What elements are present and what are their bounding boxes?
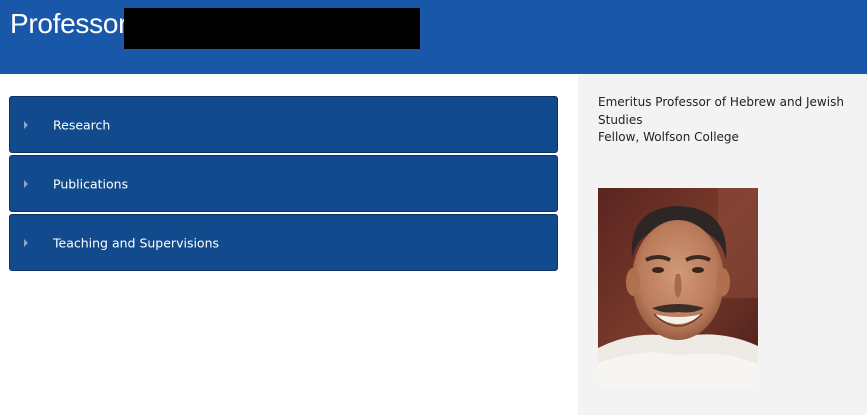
bio-line: Studies xyxy=(598,112,643,127)
accordion-label: Publications xyxy=(53,176,129,191)
caret-right-icon xyxy=(24,179,28,188)
page-title: Professor xyxy=(10,8,128,39)
accordion-item-publications[interactable]: Publications xyxy=(9,155,558,212)
bio-text: Emeritus Professor of Hebrew and Jewish … xyxy=(598,94,860,147)
profile-sidebar: Emeritus Professor of Hebrew and Jewish … xyxy=(578,74,867,415)
accordion-item-teaching[interactable]: Teaching and Supervisions xyxy=(9,214,558,271)
bio-line: Fellow, Wolfson College xyxy=(598,130,739,144)
bio-line: Emeritus Professor of Hebrew and Jewish xyxy=(598,95,844,109)
accordion-label: Research xyxy=(53,117,111,132)
caret-right-icon xyxy=(24,238,28,247)
caret-right-icon xyxy=(24,120,28,129)
portrait-illustration xyxy=(598,188,758,388)
accordion: Research Publications Teaching and Super… xyxy=(9,96,558,273)
redacted-name-block xyxy=(124,8,420,49)
page-header: Professor xyxy=(0,0,867,74)
accordion-item-research[interactable]: Research xyxy=(9,96,558,153)
accordion-label: Teaching and Supervisions xyxy=(53,235,220,250)
profile-photo xyxy=(598,188,758,388)
